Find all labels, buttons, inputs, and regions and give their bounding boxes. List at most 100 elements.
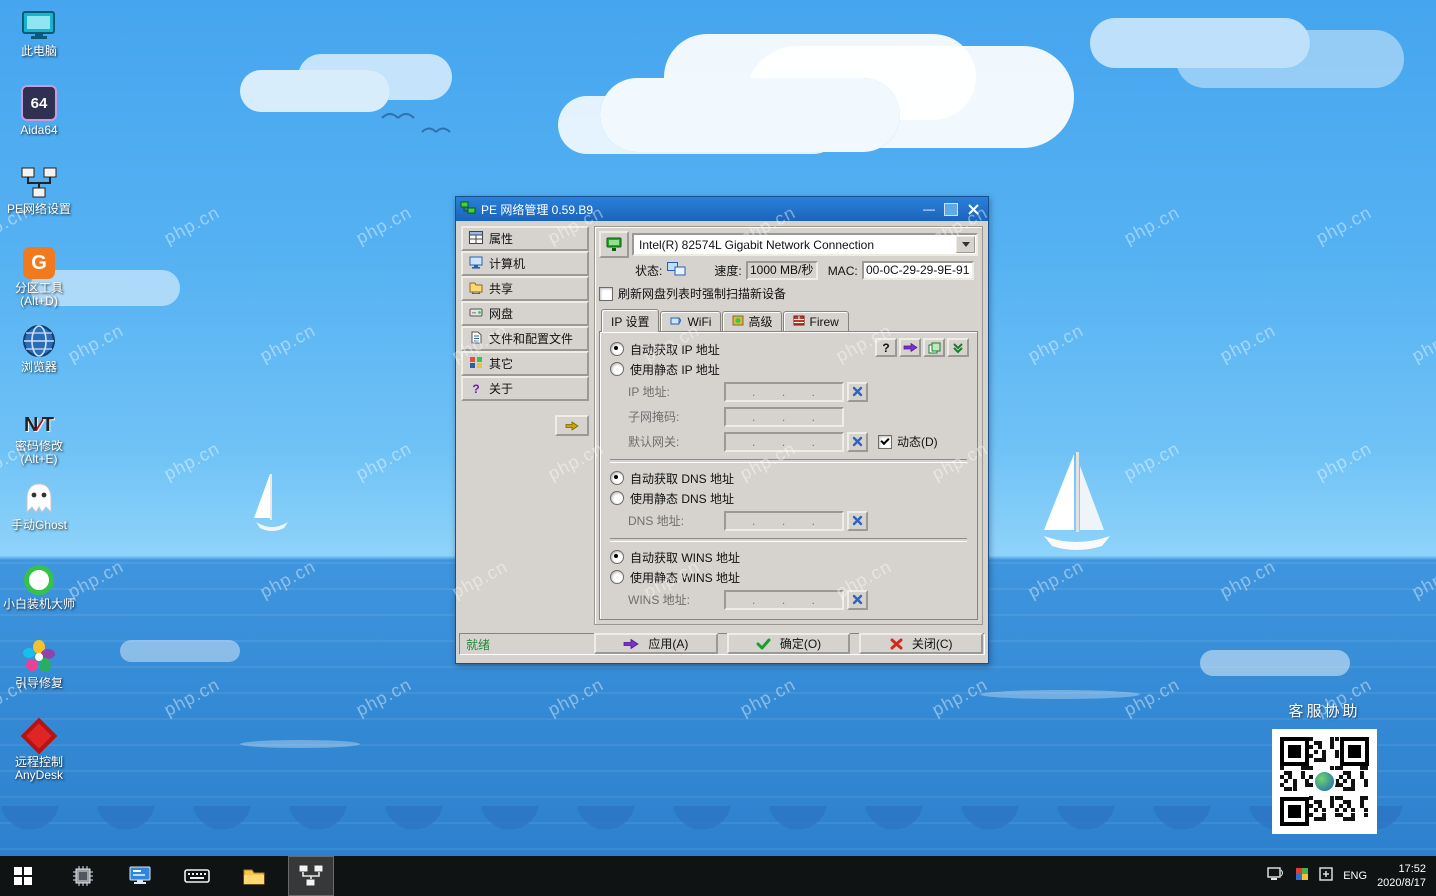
ip-address-label: IP 地址: bbox=[628, 383, 724, 400]
blue-x-icon bbox=[852, 386, 863, 397]
tab-label: Firew bbox=[809, 315, 838, 329]
desktop-icon-password-change[interactable]: N⁄T 密码修改 (Alt+E) bbox=[2, 399, 76, 472]
desktop-icon-manual-ghost[interactable]: 手动Ghost bbox=[2, 478, 76, 551]
tray-ime-icon[interactable] bbox=[1319, 867, 1333, 886]
qr-caption: 客服协助 bbox=[1272, 700, 1377, 721]
taskbar-app-keyboard[interactable] bbox=[174, 856, 220, 896]
apply-arrow-button[interactable] bbox=[899, 338, 921, 357]
firewall-icon bbox=[793, 315, 805, 329]
desktop-icon-xiaobai-installer[interactable]: 小白装机大师 bbox=[2, 557, 76, 630]
tray-color-icon[interactable] bbox=[1295, 867, 1309, 886]
subnet-mask-input[interactable]: ... bbox=[724, 407, 844, 427]
desktop-icon-label: 密码修改 (Alt+E) bbox=[15, 440, 63, 466]
subnet-mask-label: 子网掩码: bbox=[628, 408, 724, 425]
desktop-icon-pe-network-settings[interactable]: PE网络设置 bbox=[2, 162, 76, 235]
tab-firewall[interactable]: Firew bbox=[783, 311, 848, 331]
sidebar-item-label: 关于 bbox=[489, 380, 513, 397]
gateway-input[interactable]: ... bbox=[724, 432, 844, 452]
window-title: PE 网络管理 0.59.B9 bbox=[481, 201, 918, 218]
taskbar-app-explorer[interactable] bbox=[231, 856, 277, 896]
dns-address-input[interactable]: ... bbox=[724, 511, 844, 531]
aida64-icon: 64 bbox=[21, 83, 57, 121]
desktop-icon-label: Aida64 bbox=[20, 124, 57, 137]
auto-wins-radio[interactable] bbox=[610, 550, 624, 564]
force-scan-checkbox[interactable] bbox=[599, 287, 613, 301]
desktop-icon-browser[interactable]: 浏览器 bbox=[2, 320, 76, 393]
static-ip-radio[interactable] bbox=[610, 362, 624, 376]
expand-double-chevron-button[interactable] bbox=[947, 338, 969, 357]
auto-dns-label: 自动获取 DNS 地址 bbox=[630, 470, 734, 487]
chevron-down-icon[interactable] bbox=[956, 236, 975, 253]
static-wins-label: 使用静态 WINS 地址 bbox=[630, 569, 740, 586]
blue-x-icon bbox=[852, 436, 863, 447]
sidebar-item-files-and-profiles[interactable]: 文件和配置文件 bbox=[461, 326, 589, 351]
tab-label: IP 设置 bbox=[611, 313, 649, 330]
static-dns-radio[interactable] bbox=[610, 491, 624, 505]
copy-config-button[interactable] bbox=[923, 338, 945, 357]
browser-globe-icon bbox=[22, 320, 56, 358]
purple-arrow-icon bbox=[623, 638, 639, 650]
desktop-icon-this-pc[interactable]: 此电脑 bbox=[2, 4, 76, 77]
cloud bbox=[240, 70, 390, 112]
gateway-label: 默认网关: bbox=[628, 433, 724, 450]
share-icon bbox=[469, 281, 483, 297]
computer-icon bbox=[469, 256, 483, 272]
apply-button[interactable]: 应用(A) bbox=[594, 633, 718, 654]
desktop-icon-aida64[interactable]: 64 Aida64 bbox=[2, 83, 76, 156]
desktop-icon-label: 手动Ghost bbox=[11, 519, 67, 532]
sidebar-item-label: 其它 bbox=[489, 355, 513, 372]
minimize-button[interactable]: — bbox=[918, 200, 940, 218]
auto-ip-radio[interactable] bbox=[610, 342, 624, 356]
link-status-icon bbox=[667, 262, 686, 279]
sidebar-item-computer[interactable]: 计算机 bbox=[461, 251, 589, 276]
speed-value: 1000 MB/秒 bbox=[746, 261, 818, 280]
clear-gateway-button[interactable] bbox=[847, 432, 868, 452]
adapter-select[interactable]: Intel(R) 82574L Gigabit Network Connecti… bbox=[632, 233, 978, 256]
sidebar-collapse-button[interactable] bbox=[555, 415, 589, 436]
desktop-icon-label: 小白装机大师 bbox=[3, 598, 75, 611]
close-window-button[interactable]: 关闭(C) bbox=[859, 633, 983, 654]
sidebar-item-about[interactable]: ? 关于 bbox=[461, 376, 589, 401]
wins-address-label: WINS 地址: bbox=[628, 591, 724, 608]
tab-ip-settings[interactable]: IP 设置 bbox=[601, 309, 659, 332]
help-button[interactable]: ? bbox=[875, 338, 897, 357]
language-indicator[interactable]: ENG bbox=[1343, 870, 1367, 882]
clear-dns-button[interactable] bbox=[847, 511, 868, 531]
desktop-icon-partition-tool[interactable]: G 分区工具 (Alt+D) bbox=[2, 241, 76, 314]
tab-label: WiFi bbox=[687, 315, 711, 329]
sidebar-item-netdisk[interactable]: 网盘 bbox=[461, 301, 589, 326]
taskbar-app-cpu[interactable] bbox=[60, 856, 106, 896]
close-button[interactable] bbox=[962, 200, 984, 218]
maximize-button[interactable] bbox=[940, 200, 962, 218]
sidebar-item-share[interactable]: 共享 bbox=[461, 276, 589, 301]
clear-ip-button[interactable] bbox=[847, 382, 868, 402]
static-wins-radio[interactable] bbox=[610, 570, 624, 584]
ok-label: 确定(O) bbox=[780, 635, 821, 652]
wins-address-input[interactable]: ... bbox=[724, 590, 844, 610]
tab-wifi[interactable]: WiFi bbox=[660, 311, 721, 331]
clear-wins-button[interactable] bbox=[847, 590, 868, 610]
desktop-icon-anydesk[interactable]: 远程控制 AnyDesk bbox=[2, 715, 76, 788]
tray-network-icon[interactable] bbox=[1267, 867, 1285, 886]
network-settings-icon bbox=[20, 162, 58, 200]
desktop-icon-boot-repair[interactable]: 引导修复 bbox=[2, 636, 76, 709]
ok-button[interactable]: 确定(O) bbox=[727, 633, 851, 654]
sidebar-item-other[interactable]: 其它 bbox=[461, 351, 589, 376]
taskbar-clock[interactable]: 17:52 2020/8/17 bbox=[1377, 862, 1426, 890]
sidebar-item-label: 属性 bbox=[489, 230, 513, 247]
dynamic-checkbox[interactable] bbox=[878, 435, 892, 449]
sidebar-item-properties[interactable]: 属性 bbox=[461, 226, 589, 251]
right-arrow-icon bbox=[565, 421, 579, 431]
start-button[interactable] bbox=[0, 856, 46, 896]
ip-address-input[interactable]: ... bbox=[724, 382, 844, 402]
auto-dns-radio[interactable] bbox=[610, 471, 624, 485]
taskbar-app-monitor[interactable] bbox=[117, 856, 163, 896]
separator bbox=[610, 459, 967, 463]
adapter-icon bbox=[606, 237, 622, 252]
adapter-properties-button[interactable] bbox=[599, 231, 629, 258]
tab-advanced[interactable]: 高级 bbox=[722, 311, 782, 331]
sidebar-item-label: 文件和配置文件 bbox=[489, 330, 573, 347]
window-titlebar[interactable]: PE 网络管理 0.59.B9 — bbox=[456, 197, 988, 221]
partition-tool-icon: G bbox=[23, 241, 55, 279]
taskbar-app-pe-network[interactable] bbox=[288, 856, 334, 896]
